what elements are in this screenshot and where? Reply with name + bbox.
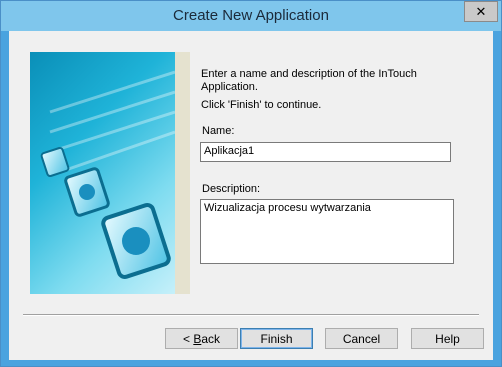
description-label: Description: xyxy=(202,183,261,195)
window-title: Create New Application xyxy=(173,7,329,24)
back-button[interactable]: < Back xyxy=(165,328,238,349)
tile-large xyxy=(101,203,171,279)
dialog-body: Enter a name and description of the InTo… xyxy=(9,31,493,360)
intro-line-3: Click 'Finish' to continue. xyxy=(201,99,322,111)
description-textarea[interactable]: Wizualizacja procesu wytwarzania xyxy=(200,199,454,264)
wizard-banner-image xyxy=(30,52,175,294)
close-icon: ✕ xyxy=(475,3,487,19)
banner-side-panel xyxy=(175,52,190,294)
intro-line-2: Application. xyxy=(201,81,258,93)
back-label-rest: ack xyxy=(201,331,221,346)
back-accelerator: B xyxy=(193,331,202,346)
button-separator xyxy=(23,314,479,316)
title-bar[interactable]: Create New Application ✕ xyxy=(1,1,501,31)
name-input[interactable]: Aplikacja1 xyxy=(200,142,451,162)
tile-small xyxy=(40,146,70,178)
finish-button[interactable]: Finish xyxy=(240,328,313,349)
tile-medium xyxy=(64,167,110,217)
intro-line-1: Enter a name and description of the InTo… xyxy=(201,68,417,80)
name-label: Name: xyxy=(202,125,235,137)
cancel-button[interactable]: Cancel xyxy=(325,328,398,349)
help-button[interactable]: Help xyxy=(411,328,484,349)
banner-graphic xyxy=(40,70,175,279)
back-prefix: < xyxy=(182,331,194,346)
close-button[interactable]: ✕ xyxy=(464,1,498,22)
dialog-window: Create New Application ✕ Enter a name an… xyxy=(0,0,502,367)
